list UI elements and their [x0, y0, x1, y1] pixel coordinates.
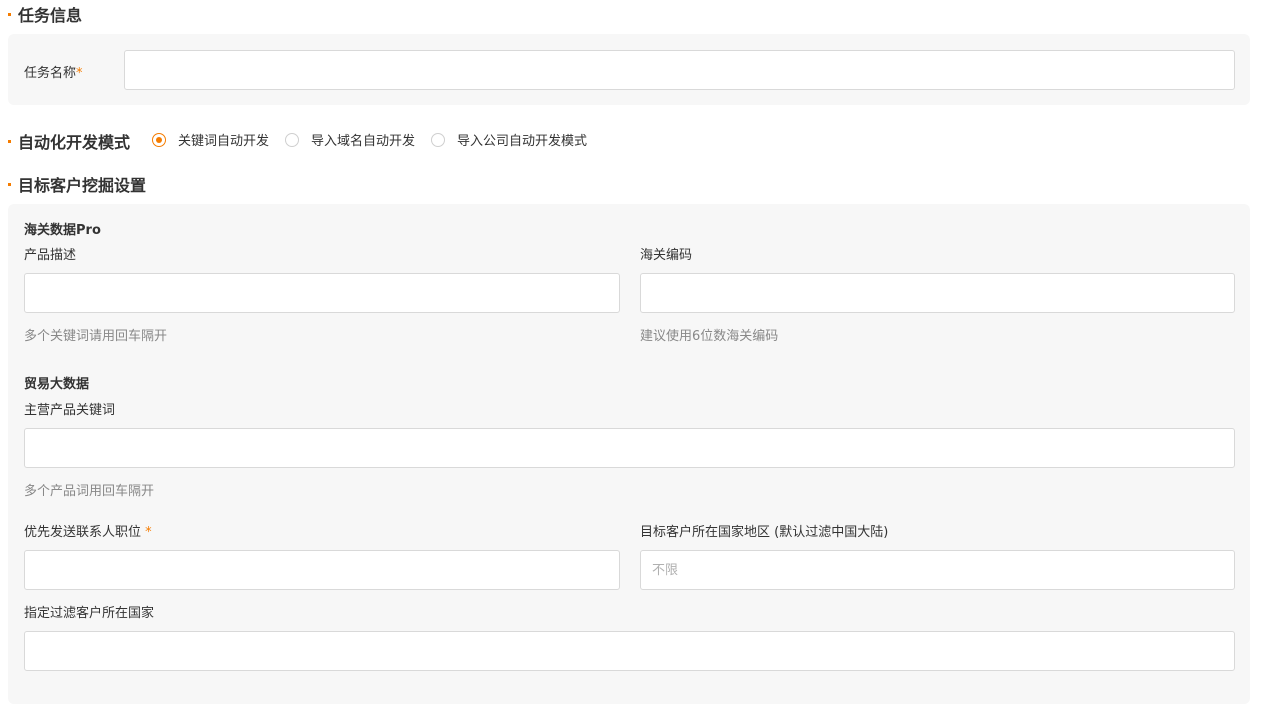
task-name-label-text: 任务名称 [24, 66, 77, 81]
radio-label: 导入域名自动开发 [311, 134, 416, 149]
filter-country-label: 指定过滤客户所在国家 [24, 606, 155, 621]
section-title-auto-mode: 自动化开发模式 [8, 129, 130, 153]
required-mark: * [145, 525, 152, 540]
radio-button[interactable] [431, 132, 446, 147]
section-title-target-settings: 目标客户挖掘设置 [8, 172, 146, 196]
target-settings-panel: 海关数据Pro 产品描述 多个关键词请用回车隔开 海关编码 建议使用6位数海关编… [8, 204, 1250, 704]
radio-option-domain[interactable]: 导入域名自动开发 [285, 130, 415, 149]
radio-option-company[interactable]: 导入公司自动开发模式 [431, 130, 587, 149]
hs-code-input[interactable] [640, 273, 1235, 313]
product-desc-input[interactable] [24, 273, 620, 313]
filter-country-input[interactable] [24, 631, 1235, 671]
radio-option-keyword[interactable]: 关键词自动开发 [152, 130, 269, 149]
hs-code-hint: 建议使用6位数海关编码 [640, 329, 779, 344]
customs-data-title: 海关数据Pro [24, 223, 101, 238]
required-mark: * [76, 66, 83, 81]
target-country-input[interactable] [640, 550, 1235, 590]
contact-position-label-text: 优先发送联系人职位 [24, 525, 142, 540]
main-keywords-input[interactable] [24, 428, 1235, 468]
section-title-task-info: 任务信息 [8, 2, 82, 26]
product-desc-hint: 多个关键词请用回车隔开 [24, 329, 168, 344]
section-bullet [8, 182, 11, 186]
product-desc-label: 产品描述 [24, 248, 77, 263]
section-title-text: 目标客户挖掘设置 [18, 176, 147, 195]
section-bullet [8, 139, 11, 143]
task-info-panel: 任务名称* [8, 34, 1250, 105]
section-bullet [8, 12, 11, 16]
main-keywords-label: 主营产品关键词 [24, 403, 116, 418]
hs-code-label: 海关编码 [640, 248, 693, 263]
radio-label: 关键词自动开发 [178, 134, 270, 149]
contact-position-input[interactable] [24, 550, 620, 590]
section-title-text: 任务信息 [18, 6, 83, 25]
trade-data-title: 贸易大数据 [24, 377, 90, 392]
auto-mode-radio-group: 关键词自动开发 导入域名自动开发 导入公司自动开发模式 [152, 130, 603, 149]
radio-button[interactable] [152, 132, 166, 147]
task-name-label: 任务名称* [24, 62, 83, 81]
task-name-input[interactable] [124, 50, 1235, 90]
radio-button[interactable] [285, 132, 300, 147]
radio-label: 导入公司自动开发模式 [457, 134, 588, 149]
contact-position-label: 优先发送联系人职位 * [24, 521, 152, 540]
main-keywords-hint: 多个产品词用回车隔开 [24, 484, 155, 499]
target-country-label: 目标客户所在国家地区 (默认过滤中国大陆) [640, 525, 889, 540]
section-title-text: 自动化开发模式 [18, 133, 131, 152]
